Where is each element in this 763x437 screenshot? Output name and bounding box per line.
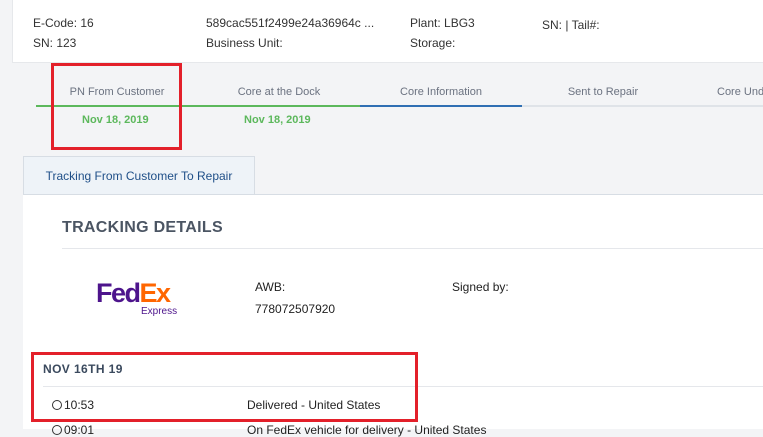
tab-divider — [23, 194, 763, 195]
tracking-details-title: TRACKING DETAILS — [62, 219, 223, 236]
plant: Plant: LBG3 — [410, 16, 475, 30]
step-line-pending — [522, 105, 763, 107]
item-hash: 589cac551f2499e24a36964c ... — [206, 16, 375, 30]
fedex-logo: FedEx Express — [96, 278, 178, 317]
step-core-und[interactable]: Core Und — [684, 86, 763, 98]
step-core-at-dock[interactable]: Core at the Dock — [198, 86, 360, 98]
item-header: E-Code: 16 SN: 123 589cac551f2499e24a369… — [12, 0, 763, 63]
tab-tracking[interactable]: Tracking From Customer To Repair — [23, 156, 255, 194]
step-date-core-at-dock: Nov 18, 2019 — [244, 114, 311, 126]
ecode: E-Code: 16 — [33, 16, 94, 30]
serial-number: SN: 123 — [33, 36, 77, 50]
highlight-box-step — [51, 63, 182, 150]
event-time: 09:01 — [52, 423, 94, 437]
event-description: On FedEx vehicle for delivery - United S… — [247, 423, 487, 437]
step-core-information[interactable]: Core Information — [360, 86, 522, 98]
sn-tail: SN: | Tail#: — [542, 18, 600, 32]
awb-value: 778072507920 — [255, 302, 336, 316]
business-unit: Business Unit: — [206, 36, 283, 50]
step-sent-to-repair[interactable]: Sent to Repair — [522, 86, 684, 98]
storage: Storage: — [410, 36, 456, 50]
signed-by-label: Signed by: — [452, 280, 509, 294]
highlight-box-event — [31, 352, 418, 422]
awb-label: AWB: — [255, 280, 286, 294]
clock-icon — [52, 425, 62, 435]
section-divider — [62, 248, 763, 249]
step-line-active — [360, 105, 522, 107]
